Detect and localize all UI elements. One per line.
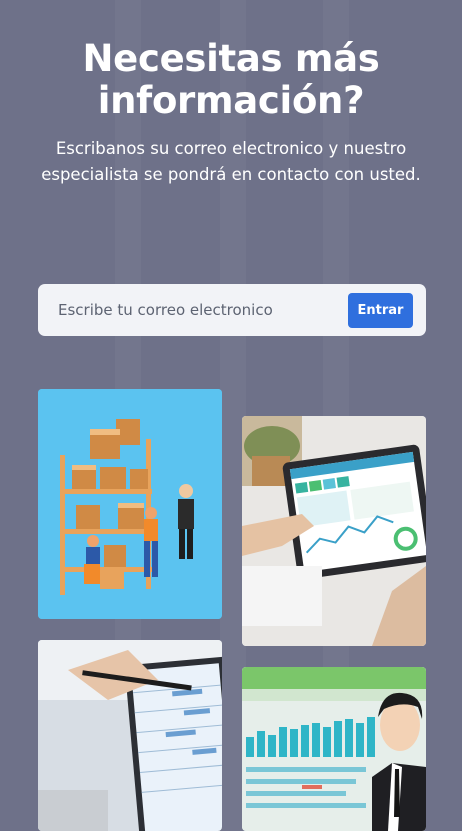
businessman-chart-illustration [242,667,426,831]
tablet-dashboard-photo [242,416,426,646]
warehouse-illustration [38,389,222,619]
warehouse-graphic [38,389,222,619]
email-form: Entrar [38,284,426,336]
laptop-gantt-photo [38,640,222,831]
email-input[interactable] [38,284,348,336]
hero-subtitle: Escribanos su correo electronico y nuest… [41,139,421,184]
submit-button[interactable]: Entrar [348,292,413,328]
hero-title: Necesitas más información? [82,37,380,122]
businessman-graphic [242,667,426,831]
tablet-graphic [242,416,426,646]
laptop-graphic [38,640,222,831]
